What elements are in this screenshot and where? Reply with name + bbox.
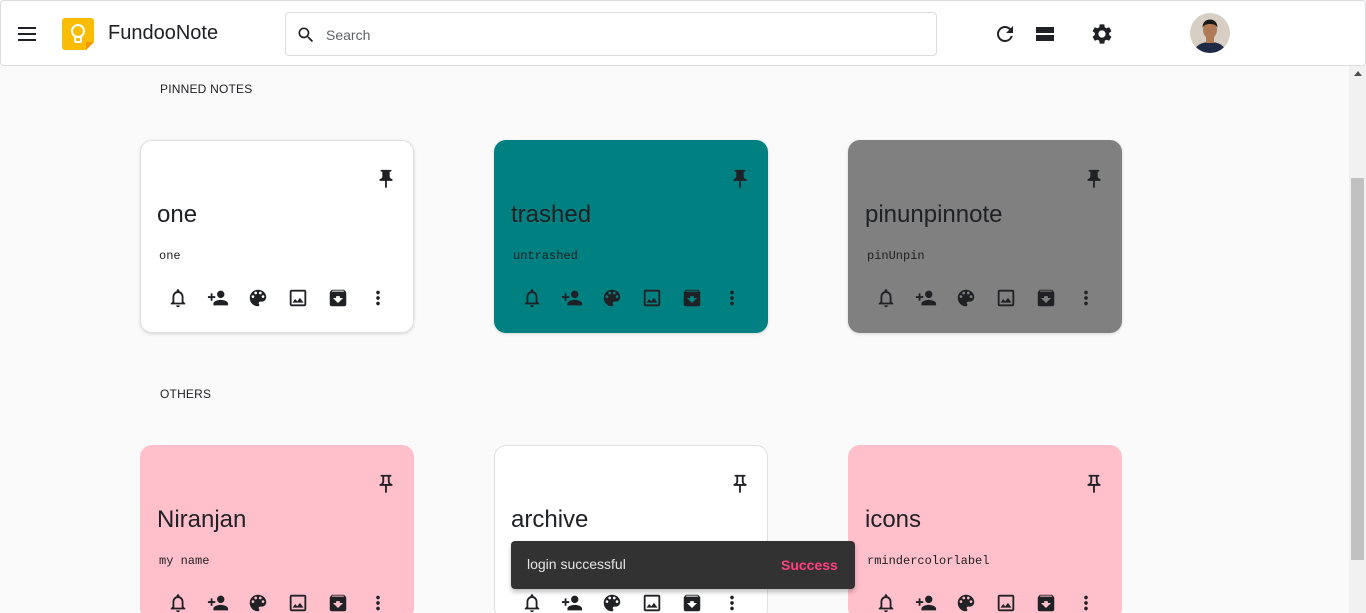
image-icon[interactable] [287,287,309,309]
palette-icon[interactable] [955,287,977,309]
note-title: trashed [511,201,592,228]
search-bar [285,12,937,56]
note-card[interactable]: icons rmindercolorlabel [848,445,1122,613]
note-body: rmindercolorlabel [867,554,990,568]
more-vert-icon[interactable] [1075,287,1097,309]
section-label-pinned: PINNED NOTES [160,82,253,96]
note-body: one [159,249,181,263]
note-title: one [157,201,198,228]
bell-icon[interactable] [167,592,189,613]
note-body: my name [159,554,210,568]
keep-logo-icon [62,18,94,50]
search-icon[interactable] [296,25,316,45]
note-title: archive [511,506,589,533]
note-title: icons [865,506,922,533]
note-body: pinUnpin [867,249,925,263]
avatar[interactable] [1190,13,1230,53]
refresh-icon[interactable] [993,22,1017,46]
scrollbar-thumb[interactable] [1351,178,1364,560]
palette-icon[interactable] [955,592,977,613]
palette-icon[interactable] [601,592,623,613]
gear-icon[interactable] [1090,22,1114,46]
note-title: pinunpinnote [865,201,1003,228]
note-title: Niranjan [157,506,247,533]
archive-icon[interactable] [1035,592,1057,613]
archive-icon[interactable] [327,592,349,613]
bell-icon[interactable] [167,287,189,309]
bell-icon[interactable] [875,287,897,309]
pin-icon[interactable] [729,167,751,191]
note-card[interactable]: one one [140,140,414,333]
pin-outline-icon[interactable] [375,472,397,496]
pin-icon[interactable] [1083,167,1105,191]
scroll-up-arrow-icon[interactable] [1354,71,1362,76]
image-icon[interactable] [641,592,663,613]
pin-outline-icon[interactable] [1083,472,1105,496]
add-person-icon[interactable] [207,592,229,613]
note-body: untrashed [513,249,578,263]
note-card[interactable]: trashed untrashed [494,140,768,333]
bell-icon[interactable] [521,287,543,309]
palette-icon[interactable] [247,592,269,613]
image-icon[interactable] [995,592,1017,613]
bell-icon[interactable] [875,592,897,613]
search-input[interactable] [326,23,906,47]
add-person-icon[interactable] [915,592,937,613]
add-person-icon[interactable] [561,287,583,309]
add-person-icon[interactable] [915,287,937,309]
archive-icon[interactable] [1035,287,1057,309]
image-icon[interactable] [995,287,1017,309]
snackbar: login successful Success [511,541,855,589]
bell-icon[interactable] [521,592,543,613]
pin-outline-icon[interactable] [729,472,751,496]
list-view-icon[interactable] [1033,22,1057,46]
section-label-others: OTHERS [160,387,212,401]
more-vert-icon[interactable] [721,287,743,309]
add-person-icon[interactable] [561,592,583,613]
menu-icon[interactable] [15,21,41,47]
more-vert-icon[interactable] [367,592,389,613]
snackbar-action-button[interactable]: Success [769,548,850,582]
archive-icon[interactable] [327,287,349,309]
top-app-bar: FundooNote [0,0,1366,66]
note-card[interactable]: pinunpinnote pinUnpin [848,140,1122,333]
more-vert-icon[interactable] [367,287,389,309]
add-person-icon[interactable] [207,287,229,309]
note-card[interactable]: Niranjan my name [140,445,414,613]
app-title: FundooNote [108,22,219,44]
archive-icon[interactable] [681,287,703,309]
more-vert-icon[interactable] [721,592,743,613]
palette-icon[interactable] [601,287,623,309]
snackbar-message: login successful [527,556,626,572]
image-icon[interactable] [641,287,663,309]
archive-icon[interactable] [681,592,703,613]
palette-icon[interactable] [247,287,269,309]
image-icon[interactable] [287,592,309,613]
more-vert-icon[interactable] [1075,592,1097,613]
pin-icon[interactable] [375,167,397,191]
